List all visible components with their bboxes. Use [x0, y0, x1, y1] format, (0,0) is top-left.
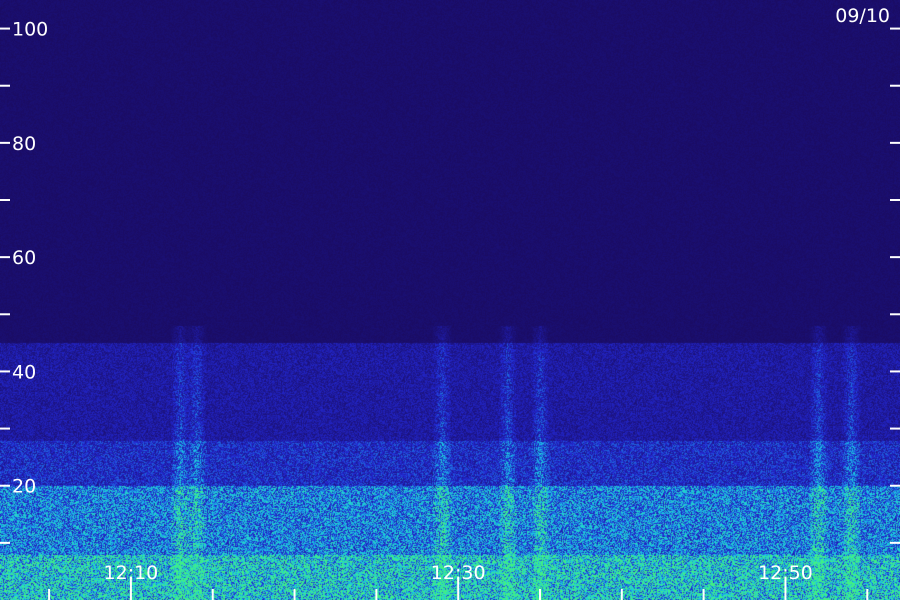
y-tick-label: 40	[12, 361, 36, 383]
x-tick-label: 12:50	[758, 562, 813, 584]
y-tick-label: 100	[12, 19, 48, 41]
y-tick-label: 60	[12, 247, 36, 269]
axis-overlay: 20 40 60 80 100 12:10 12:30 12:50	[0, 19, 900, 600]
y-tick-label: 80	[12, 133, 36, 155]
spectrogram-chart: 20 40 60 80 100 12:10 12:30 12:50 09/10	[0, 0, 900, 600]
y-tick-label: 20	[12, 476, 36, 498]
date-label: 09/10	[835, 5, 890, 27]
x-tick-label: 12:10	[104, 562, 159, 584]
x-tick-label: 12:30	[431, 562, 486, 584]
